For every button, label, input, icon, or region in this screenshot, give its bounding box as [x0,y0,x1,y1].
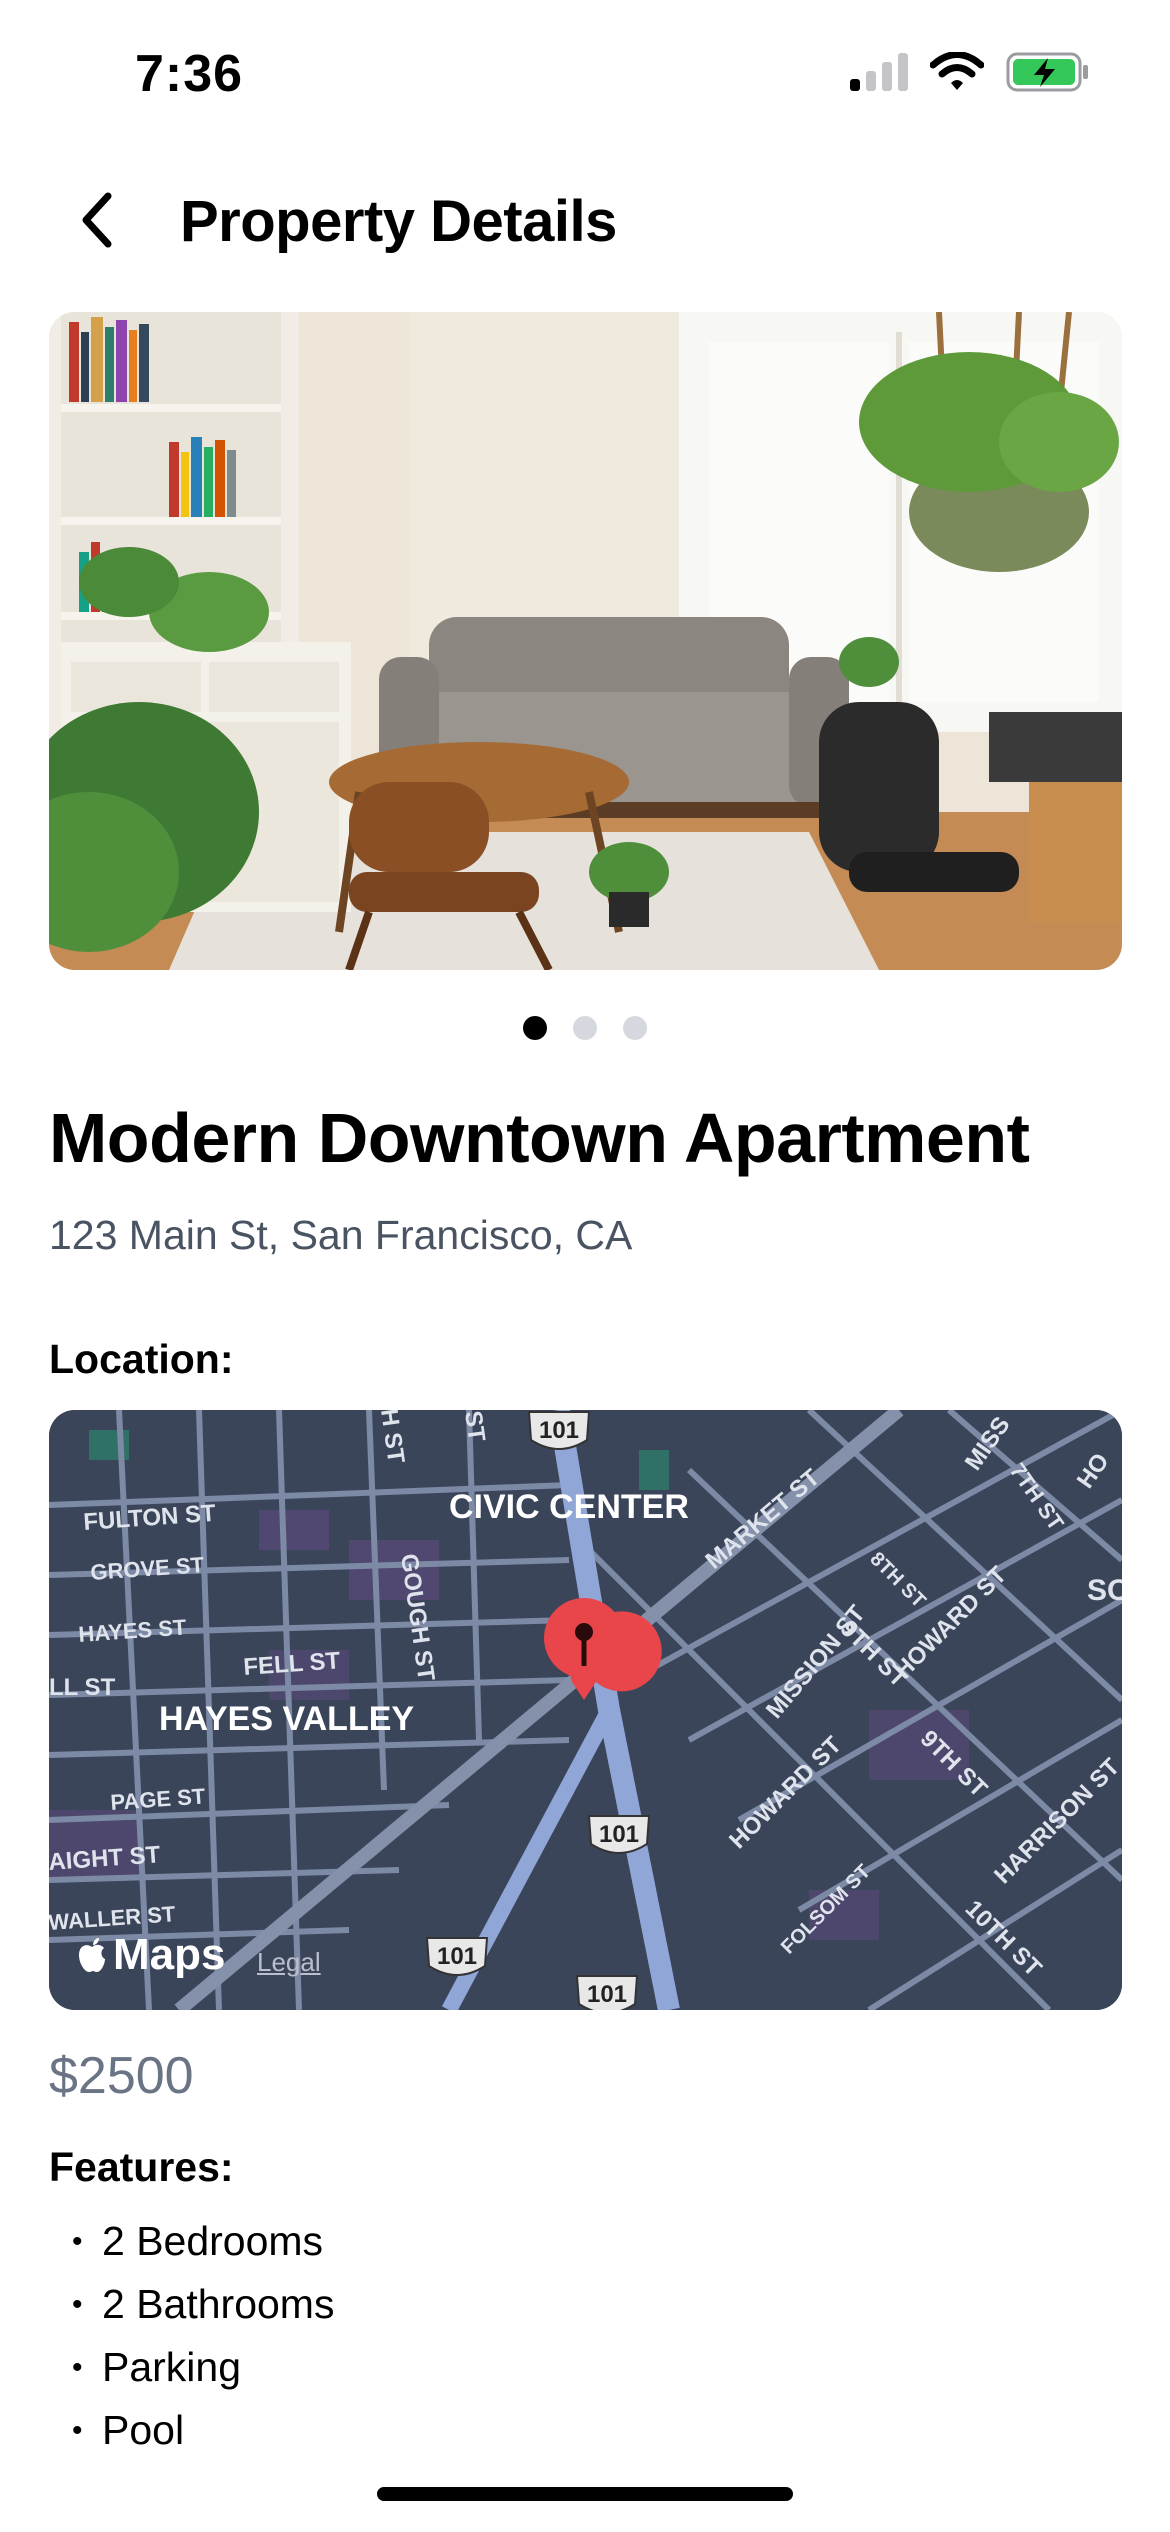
highway-shield-101-a: 101 [527,1411,591,1450]
map-label-hayes-valley: HAYES VALLEY [159,1700,414,1738]
status-bar: 7:36 [0,0,1170,150]
highway-shield-101-c: 101 [425,1937,489,1976]
svg-text:101: 101 [587,1981,627,2008]
page-dot-3[interactable] [623,1016,647,1040]
map-label-civic-center: CIVIC CENTER [449,1488,689,1526]
maps-logo-text: Maps [113,1930,226,1979]
bullet: • [72,2414,83,2447]
maps-logo: Maps [77,1930,225,1980]
cellular-signal-icon [850,53,908,91]
property-title: Modern Downtown Apartment [49,1099,1030,1177]
page-dot-2[interactable] [573,1016,597,1040]
bullet: • [72,2225,83,2258]
map-label-so: SO [1087,1574,1122,1607]
feature-text: 2 Bedrooms [102,2218,324,2264]
status-icons [850,52,1090,92]
feature-item: • Pool [72,2399,334,2462]
home-indicator[interactable] [377,2487,793,2501]
svg-text:101: 101 [437,1943,477,1970]
map-label-st-top: ST [459,1410,490,1444]
features-label: Features: [49,2144,234,2190]
bullet: • [72,2288,83,2321]
bullet: • [72,2351,83,2384]
location-map[interactable]: CIVIC CENTER HAYES VALLEY FULTON ST GROV… [49,1410,1122,2010]
battery-charging-icon [1006,52,1088,92]
apple-icon [79,1938,105,1972]
feature-item: • 2 Bathrooms [72,2273,334,2336]
feature-text: 2 Bathrooms [102,2281,335,2327]
feature-text: Parking [102,2344,242,2390]
navigation-bar: Property Details [0,160,1170,280]
property-price: $2500 [49,2047,194,2105]
wifi-icon [930,52,984,90]
status-time: 7:36 [135,45,244,103]
property-photo[interactable] [49,312,1122,970]
svg-text:101: 101 [539,1417,579,1444]
gallery-pagination[interactable] [0,1016,1170,1040]
highway-shield-101-b: 101 [587,1815,651,1854]
location-label: Location: [49,1336,234,1382]
map-label-ll-st: LL ST [49,1674,116,1701]
living-room-image [49,312,1122,970]
feature-item: • 2 Bedrooms [72,2210,334,2273]
feature-item: • Parking [72,2336,334,2399]
chevron-left-icon [82,192,112,248]
page-title: Property Details [180,189,617,254]
features-list: • 2 Bedrooms • 2 Bathrooms • Parking • Pool [72,2210,334,2462]
map-canvas: CIVIC CENTER HAYES VALLEY FULTON ST GROV… [49,1410,1122,2010]
page-dot-1[interactable] [523,1016,547,1040]
feature-text: Pool [102,2407,185,2453]
back-button[interactable] [62,182,132,258]
property-address: 123 Main St, San Francisco, CA [49,1212,633,1258]
highway-shield-101-d: 101 [575,1975,639,2010]
svg-text:101: 101 [599,1821,639,1848]
map-legal-link[interactable]: Legal [257,1947,321,1978]
